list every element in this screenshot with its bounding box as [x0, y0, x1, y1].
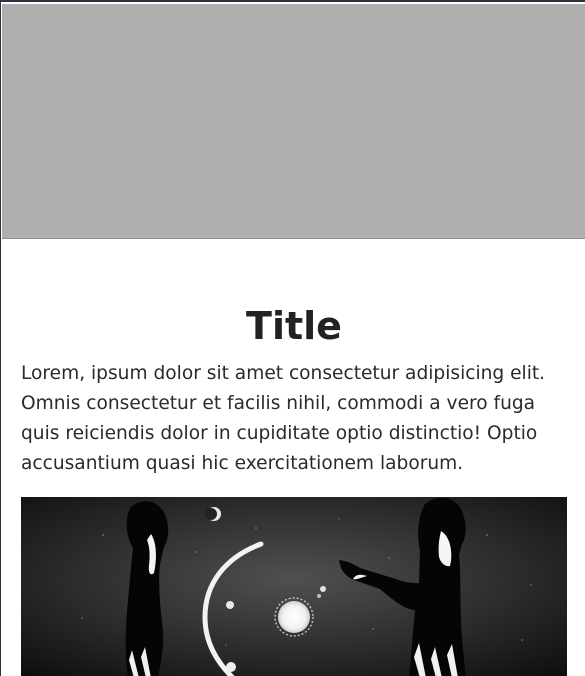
article-illustration [21, 497, 567, 676]
small-moon [226, 601, 234, 609]
tiny-planet-2 [317, 594, 321, 598]
tiny-planet [320, 586, 326, 592]
bottom-moon [226, 662, 236, 672]
page-title: Title [246, 304, 342, 348]
space-illustration [21, 497, 567, 676]
glowing-sun [278, 601, 310, 633]
article-body: Lorem, ipsum dolor sit amet consectetur … [21, 363, 546, 474]
illustration-background [21, 497, 567, 676]
page-frame: Title Lorem, ipsum dolor sit amet consec… [0, 0, 585, 676]
banner-image-placeholder [2, 4, 585, 239]
planet-shadow [205, 508, 217, 520]
article-content: Title Lorem, ipsum dolor sit amet consec… [21, 300, 567, 479]
